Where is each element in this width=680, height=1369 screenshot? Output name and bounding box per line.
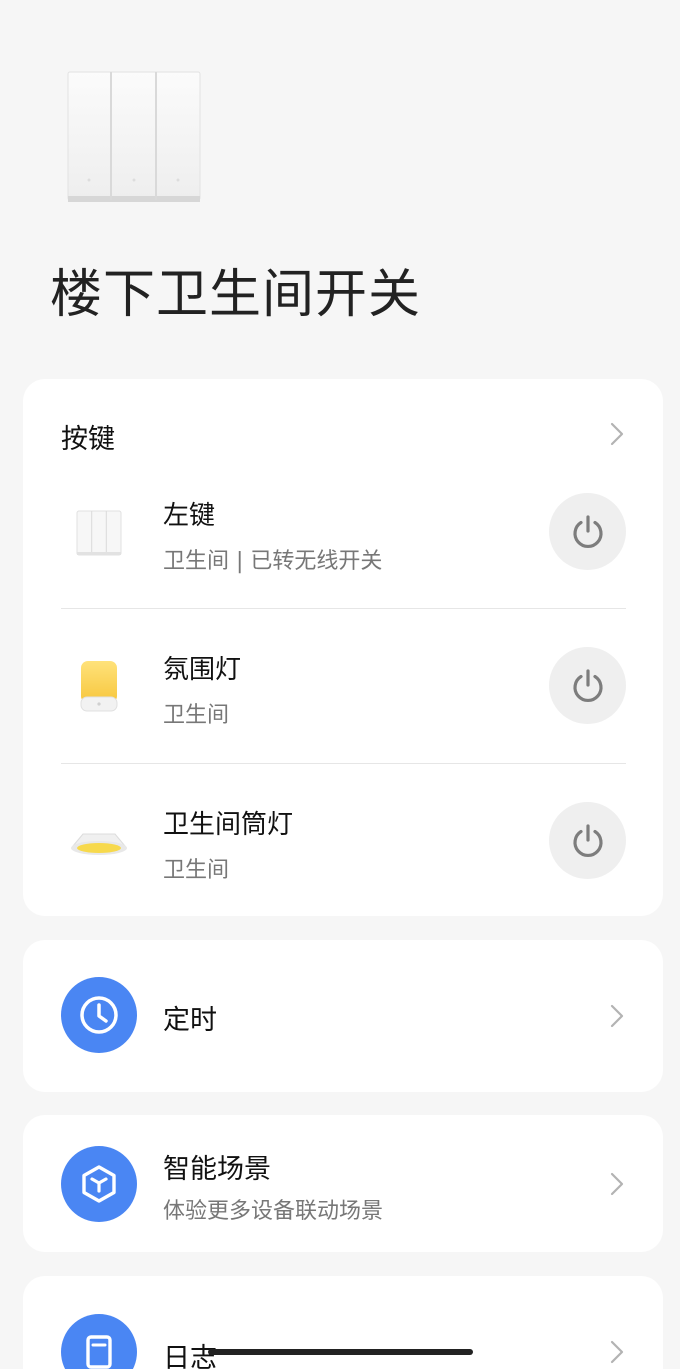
scene-cube-icon [61, 1146, 137, 1222]
power-icon [572, 668, 603, 702]
smart-scene-subtitle: 体验更多设备联动场景 [163, 1199, 384, 1224]
home-indicator[interactable] [208, 1349, 473, 1355]
ambient-lamp-thumb-icon [69, 657, 129, 717]
key-name: 卫生间筒灯 [163, 810, 294, 840]
log-card[interactable]: 日志 [23, 1276, 663, 1369]
key-subtitle: 卫生间 | 已转无线开关 [163, 549, 383, 574]
chevron-right-icon [609, 1339, 625, 1365]
power-button[interactable] [549, 493, 626, 570]
key-subtitle: 卫生间 [163, 858, 230, 883]
power-button[interactable] [549, 647, 626, 724]
chevron-right-icon [609, 1171, 625, 1197]
clock-icon [61, 977, 137, 1053]
smart-scene-card[interactable]: 智能场景 体验更多设备联动场景 [23, 1115, 663, 1252]
timer-card[interactable]: 定时 [23, 940, 663, 1092]
key-row-downlight[interactable]: 卫生间筒灯 卫生间 [23, 764, 663, 918]
power-icon [572, 514, 603, 548]
switch-product-image [66, 70, 202, 204]
power-button[interactable] [549, 802, 626, 879]
smart-scene-label: 智能场景 [163, 1154, 271, 1185]
key-subtitle: 卫生间 [163, 703, 230, 728]
log-icon [61, 1314, 137, 1369]
keys-card: 按键 左键 卫生间 | 已转无线开关 氛围灯 卫生间 卫生间筒灯 卫生间 [23, 379, 663, 916]
key-name: 左键 [163, 501, 216, 531]
device-detail-page: 楼下卫生间开关 按键 左键 卫生间 | 已转无线开关 氛围灯 卫生间 卫生间筒灯… [0, 0, 680, 1369]
key-name: 氛围灯 [163, 655, 242, 685]
keys-more-chevron-icon[interactable] [609, 421, 625, 447]
power-icon [572, 823, 603, 857]
wall-switch-thumb-icon [69, 503, 129, 563]
timer-label: 定时 [163, 1005, 217, 1036]
device-title: 楼下卫生间开关 [50, 265, 422, 325]
downlight-thumb-icon [69, 812, 129, 872]
keys-section-heading: 按键 [61, 424, 115, 455]
key-row-left[interactable]: 左键 卫生间 | 已转无线开关 [23, 455, 663, 609]
chevron-right-icon [609, 1003, 625, 1029]
key-row-ambient-light[interactable]: 氛围灯 卫生间 [23, 609, 663, 763]
